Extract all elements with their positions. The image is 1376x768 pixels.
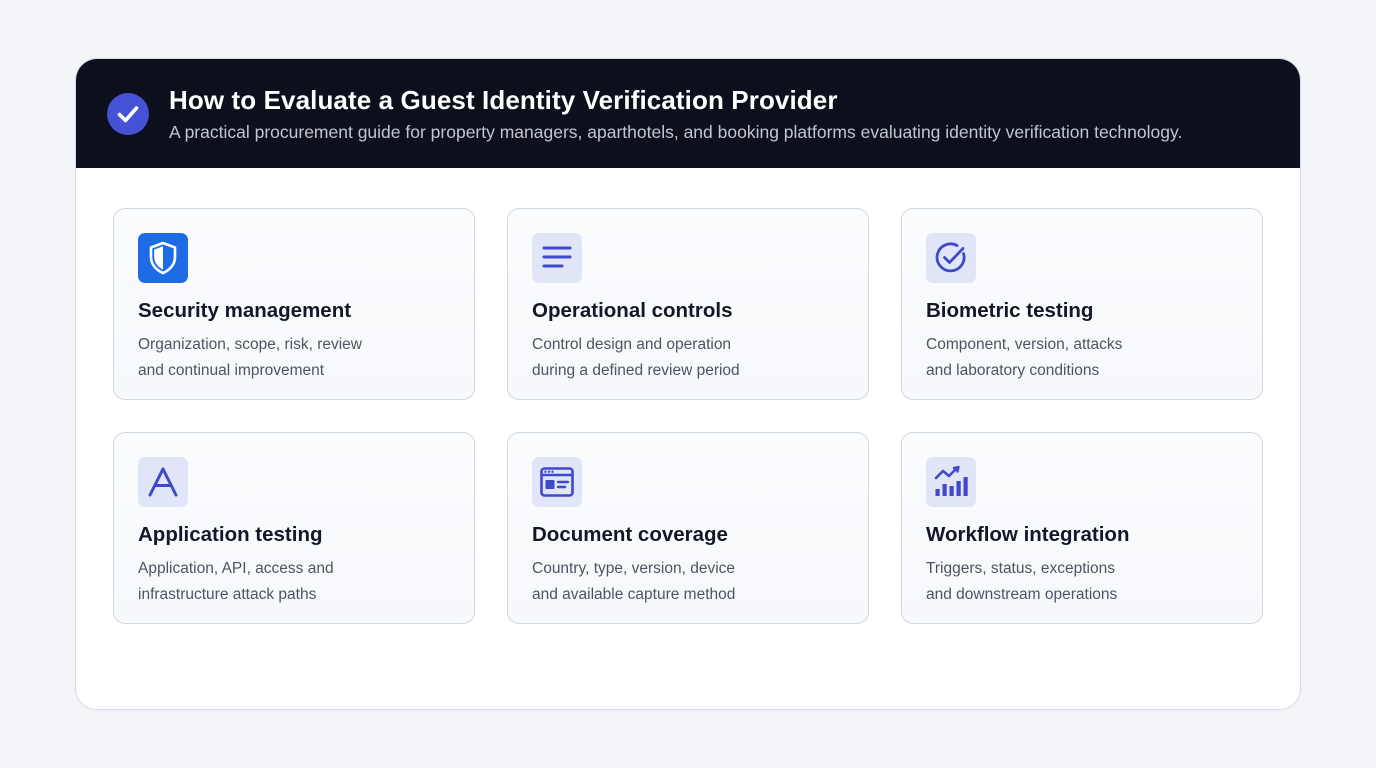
card-description-line: Component, version, attacks (926, 336, 1123, 353)
card-workflow-integration: Workflow integration Triggers, status, e… (901, 432, 1263, 624)
card-description-line: and downstream operations (926, 586, 1118, 603)
card-description-line: infrastructure attack paths (138, 586, 317, 603)
list-lines-icon (532, 233, 582, 283)
card-operational-controls: Operational controls Control design and … (507, 208, 869, 400)
card-title: Document coverage (532, 523, 728, 546)
letter-a-icon (138, 457, 188, 507)
card-description-line: during a defined review period (532, 362, 740, 379)
card-description-line: and available capture method (532, 586, 736, 603)
guide-panel: How to Evaluate a Guest Identity Verific… (75, 58, 1301, 710)
shield-icon (138, 233, 188, 283)
card-document-coverage: Document coverage Country, type, version… (507, 432, 869, 624)
check-circle-outline-icon (926, 233, 976, 283)
card-description-line: Application, API, access and (138, 560, 334, 577)
card-description-line: Triggers, status, exceptions (926, 560, 1115, 577)
card-description-line: Control design and operation (532, 336, 732, 353)
card-title: Biometric testing (926, 299, 1094, 322)
card-title: Application testing (138, 523, 323, 546)
card-description-line: Organization, scope, risk, review (138, 336, 362, 353)
card-title: Operational controls (532, 299, 733, 322)
card-title: Security management (138, 299, 352, 322)
id-card-window-icon (532, 457, 582, 507)
trend-chart-icon (926, 457, 976, 507)
check-circle-icon (107, 93, 149, 135)
page-subtitle: A practical procurement guide for proper… (169, 122, 1183, 142)
card-description-line: Country, type, version, device (532, 560, 736, 577)
card-description-line: and continual improvement (138, 362, 325, 379)
page-title: How to Evaluate a Guest Identity Verific… (169, 85, 838, 115)
card-biometric-testing: Biometric testing Component, version, at… (901, 208, 1263, 400)
card-application-testing: Application testing Application, API, ac… (113, 432, 475, 624)
card-description-line: and laboratory conditions (926, 362, 1100, 379)
card-security-management: Security management Organization, scope,… (113, 208, 475, 400)
card-title: Workflow integration (926, 523, 1130, 546)
header-bar: How to Evaluate a Guest Identity Verific… (76, 59, 1300, 168)
